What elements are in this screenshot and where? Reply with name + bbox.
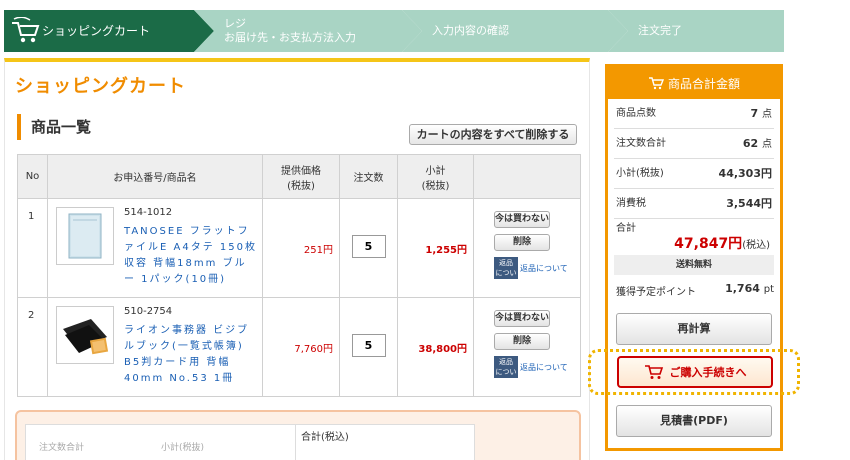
tax-label: 消費税 (616, 198, 646, 209)
section-title: 商品一覧 (17, 114, 91, 140)
clear-cart-button[interactable]: カートの内容をすべて削除する (409, 124, 577, 145)
header-no: No (17, 154, 48, 199)
purchase-label: ご購入手続きへ (669, 366, 747, 379)
return-policy-link[interactable]: 返品について (520, 362, 568, 373)
grand-total-label: 合計 (616, 223, 636, 234)
quantity-input[interactable] (351, 235, 386, 258)
subtotal-row: 小計(税抜) 44,303円 (614, 159, 774, 189)
item-count-row: 商品点数 7 点 (614, 99, 774, 129)
summary-header: 商品合計金額 (608, 67, 780, 99)
step-label: 入力内容の確認 (432, 24, 509, 37)
tax-row: 消費税 3,544円 (614, 189, 774, 219)
order-qty-row: 注文数合計 62 点 (614, 129, 774, 159)
row-number: 1 (17, 198, 48, 298)
step-register: レジ お届け先・お支払方法入力 (194, 10, 422, 52)
total-incl-tax-label: 合計(税込) (301, 432, 349, 443)
header-subtotal: 小計 (税抜) (397, 154, 474, 199)
summary-title: 商品合計金額 (667, 76, 740, 91)
points-value: 1,764 (725, 282, 760, 295)
points-row: 獲得予定ポイント 1,764 pt (616, 282, 774, 298)
page-title: ショッピングカート (15, 76, 186, 97)
step-arrow-shape (608, 10, 784, 52)
cart-items-table: No お申込番号/商品名 提供価格 (税抜) 注文数 小計 (税抜) 1 514- (17, 154, 581, 397)
return-policy-icon: 返品 について (494, 257, 518, 287)
step-label: ショッピングカート (42, 24, 151, 38)
order-qty-label: 注文数合計 (616, 138, 666, 149)
row-number: 2 (17, 297, 48, 397)
header-actions (473, 154, 581, 199)
step-label-line2: お届け先・お支払方法入力 (224, 31, 356, 44)
estimate-pdf-button[interactable]: 見積書(PDF) (616, 405, 772, 437)
delete-button[interactable]: 削除 (494, 333, 550, 350)
order-qty-value: 62 (742, 137, 759, 150)
product-code: 510-2754 (124, 306, 173, 317)
table-row: 2 510-2754 ライオン事務器 ビジブルブック(一覧式帳簿) B5判カード… (17, 297, 581, 397)
table-row: 1 514-1012 TANOSEE フラットファイルE A4タテ 150枚収容… (17, 198, 581, 298)
header-product: お申込番号/商品名 (47, 154, 263, 199)
points-label: 獲得予定ポイント (616, 287, 696, 298)
product-image[interactable] (56, 306, 114, 364)
recalculate-button[interactable]: 再計算 (616, 313, 772, 345)
step-complete: 注文完了 (608, 10, 784, 52)
quantity-input[interactable] (351, 334, 386, 357)
product-name-link[interactable]: TANOSEE フラットファイルE A4タテ 150枚収容 背幅18mm ブルー… (124, 224, 258, 288)
skip-for-now-button[interactable]: 今は買わない (494, 310, 550, 327)
step-shopping-cart: ショッピングカート (4, 10, 214, 52)
step-confirm: 入力内容の確認 (402, 10, 628, 52)
order-qty-total-label: 注文数合計 (39, 443, 85, 453)
product-image[interactable] (56, 207, 114, 265)
return-policy-icon: 返品 について (494, 356, 518, 386)
header-qty: 注文数 (339, 154, 398, 199)
free-shipping-badge: 送料無料 (614, 255, 774, 275)
item-count-value: 7 (750, 107, 759, 120)
step-label-line1: レジ (224, 17, 246, 30)
cart-panel: ショッピングカート 商品一覧 カートの内容をすべて削除する No お申込番号/商… (4, 58, 590, 460)
product-code: 514-1012 (124, 207, 173, 218)
row-subtotal: 1,255円 (397, 198, 474, 298)
step-label: 注文完了 (638, 24, 682, 37)
return-policy-link[interactable]: 返品について (520, 263, 568, 274)
item-count-label: 商品点数 (616, 108, 656, 119)
cart-total-box: 合計(税込) 注文数合計 小計(税抜) (15, 410, 581, 460)
subtotal-label: 小計(税抜) (616, 168, 664, 179)
delete-button[interactable]: 削除 (494, 234, 550, 251)
checkout-steps: ショッピングカート レジ お届け先・お支払方法入力 入力内容の確認 注文完了 (4, 10, 784, 52)
skip-for-now-button[interactable]: 今は買わない (494, 211, 550, 228)
tax-value: 3,544円 (726, 197, 772, 210)
row-subtotal: 38,800円 (397, 297, 474, 397)
subtotal-value: 44,303円 (718, 167, 772, 180)
unit-price: 251円 (262, 198, 340, 298)
grand-total-value: 47,847円 (674, 236, 743, 252)
header-price: 提供価格 (税抜) (262, 154, 340, 199)
cart-icon (644, 365, 663, 379)
unit-price: 7,760円 (262, 297, 340, 397)
product-name-link[interactable]: ライオン事務器 ビジブルブック(一覧式帳簿) B5判カード用 背幅40mm No… (124, 323, 258, 387)
proceed-to-purchase-button[interactable]: ご購入手続きへ (617, 356, 773, 388)
subtotal-label: 小計(税抜) (161, 443, 205, 453)
cart-icon (648, 77, 664, 90)
